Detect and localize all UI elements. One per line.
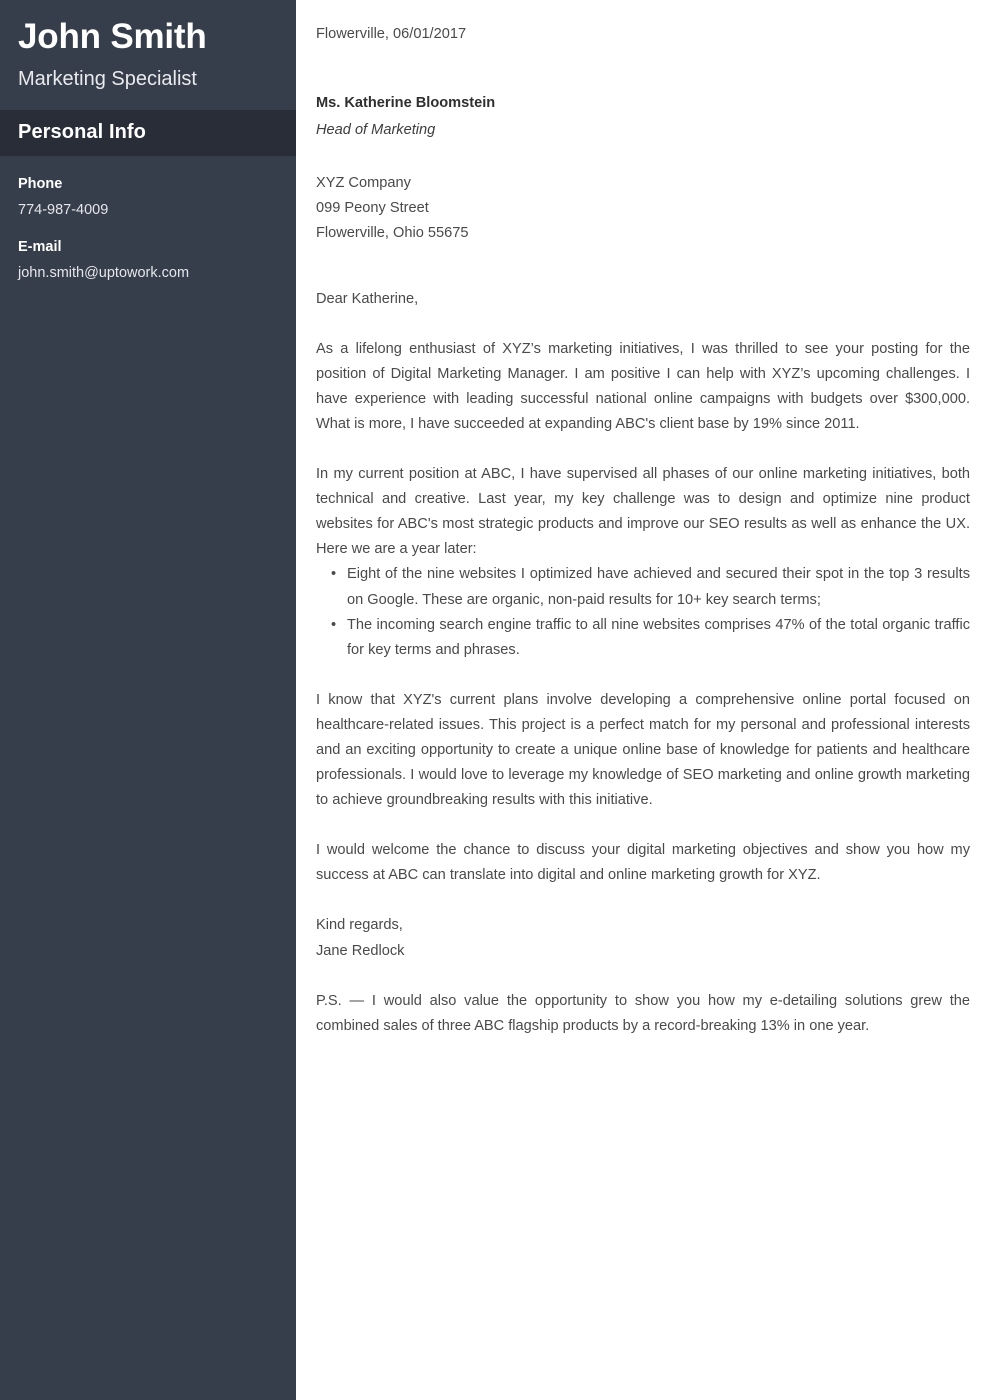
contact-value-email[interactable]: john.smith@uptowork.com bbox=[18, 263, 278, 284]
sidebar-contact-list: Phone 774-987-4009 E-mail john.smith@upt… bbox=[0, 156, 296, 1400]
letter-paragraph-3: I know that XYZ's current plans involve … bbox=[316, 691, 970, 809]
letter-postscript: P.S. — I would also value the opportunit… bbox=[316, 992, 970, 1034]
cover-letter-page: John Smith Marketing Specialist Personal… bbox=[0, 0, 990, 1400]
list-item: • The incoming search engine traffic to … bbox=[331, 613, 970, 663]
achievements-list: • Eight of the nine websites I optimized… bbox=[316, 562, 970, 662]
bullet-dot-icon: • bbox=[331, 566, 337, 583]
company-city-state-zip: Flowerville, Ohio 55675 bbox=[316, 225, 469, 242]
closing-phrase: Kind regards, bbox=[316, 917, 403, 934]
list-item-text: The incoming search engine traffic to al… bbox=[347, 616, 970, 658]
letter-paragraph-1: As a lifelong enthusiast of XYZ’s market… bbox=[316, 340, 970, 432]
contact-label-email: E-mail bbox=[18, 239, 62, 256]
candidate-name: John Smith bbox=[18, 17, 207, 56]
contact-label-phone: Phone bbox=[18, 176, 63, 193]
personal-info-band: Personal Info bbox=[0, 110, 296, 157]
letter-date-line: Flowerville, 06/01/2017 bbox=[316, 26, 467, 42]
letter-paragraph-2: In my current position at ABC, I have su… bbox=[316, 466, 970, 558]
company-street: 099 Peony Street bbox=[316, 200, 429, 217]
letter-content: Flowerville, 06/01/2017 Ms. Katherine Bl… bbox=[296, 0, 990, 1400]
letter-closing-block: Kind regards, Jane Redlock bbox=[316, 913, 970, 963]
letter-salutation: Dear Katherine, bbox=[316, 290, 419, 307]
list-item: • Eight of the nine websites I optimized… bbox=[331, 562, 970, 612]
list-item-text: Eight of the nine websites I optimized h… bbox=[347, 566, 970, 608]
recipient-name: Ms. Katherine Bloomstein bbox=[316, 95, 496, 112]
personal-info-heading: Personal Info bbox=[18, 121, 146, 144]
recipient-block: Ms. Katherine Bloomstein Head of Marketi… bbox=[316, 91, 970, 143]
company-name: XYZ Company bbox=[316, 175, 411, 192]
company-address-block: XYZ Company 099 Peony Street Flowerville… bbox=[316, 171, 970, 246]
signature-name: Jane Redlock bbox=[316, 942, 405, 959]
recipient-role: Head of Marketing bbox=[316, 122, 436, 139]
bullet-dot-icon: • bbox=[331, 616, 337, 633]
letter-paragraph-4: I would welcome the chance to discuss yo… bbox=[316, 842, 970, 884]
contact-value-phone[interactable]: 774-987-4009 bbox=[18, 200, 278, 221]
contact-item-email: E-mail john.smith@uptowork.com bbox=[18, 237, 278, 284]
sidebar-header: John Smith Marketing Specialist bbox=[0, 0, 296, 110]
contact-item-phone: Phone 774-987-4009 bbox=[18, 174, 278, 221]
sidebar: John Smith Marketing Specialist Personal… bbox=[0, 0, 296, 1400]
candidate-job-title: Marketing Specialist bbox=[18, 68, 197, 91]
